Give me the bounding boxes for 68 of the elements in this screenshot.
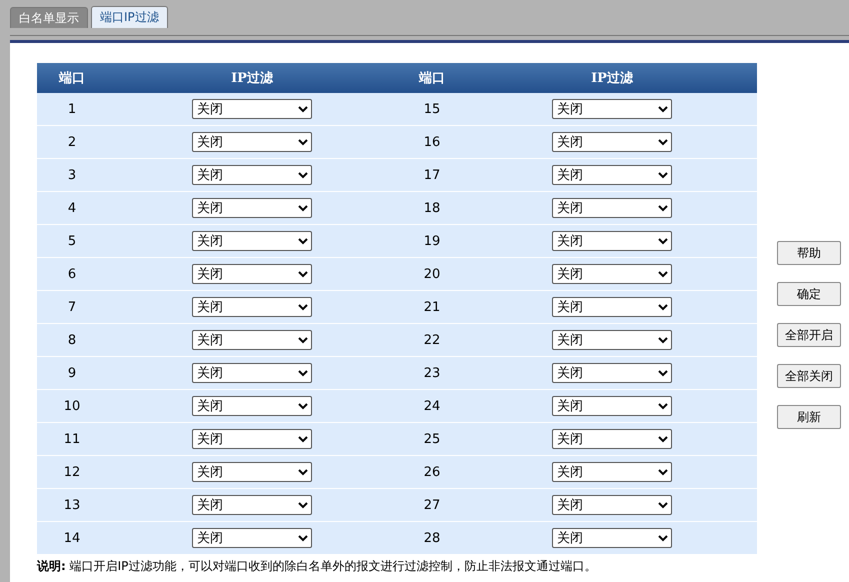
port-cell: 28 [397,522,467,554]
filter-select[interactable]: 关闭 [192,165,312,185]
port-cell: 20 [397,258,467,290]
filter-select[interactable]: 关闭 [552,495,672,515]
filter-select[interactable]: 关闭 [192,396,312,416]
port-cell: 10 [37,390,107,422]
note-text: 说明: 端口开启IP过滤功能，可以对端口收到的除白名单外的报文进行过滤控制，防止非法报文通过端口。 [37,558,598,575]
port-cell: 3 [37,158,107,192]
filter-select[interactable]: 关闭 [552,99,672,119]
filter-select[interactable]: 关闭 [192,363,312,383]
filter-select[interactable]: 关闭 [192,231,312,251]
tab[interactable]: 白名单显示 [10,7,88,28]
filter-select[interactable]: 关闭 [192,528,312,548]
action-button[interactable]: 确定 [777,282,841,306]
port-cell: 19 [397,224,467,258]
filter-select[interactable]: 关闭 [192,462,312,482]
filter-select[interactable]: 关闭 [552,462,672,482]
port-cell: 17 [397,158,467,192]
column-header: IP过滤 [467,63,757,93]
filter-select[interactable]: 关闭 [552,165,672,185]
tab[interactable]: 端口IP过滤 [91,6,168,28]
action-button[interactable]: 全部关闭 [777,364,841,388]
port-cell: 9 [37,356,107,390]
port-cell: 5 [37,224,107,258]
port-cell: 25 [397,422,467,456]
filter-select[interactable]: 关闭 [192,429,312,449]
filter-select[interactable]: 关闭 [552,132,672,152]
filter-select[interactable]: 关闭 [552,198,672,218]
port-cell: 4 [37,192,107,224]
action-button[interactable]: 刷新 [777,405,841,429]
filter-select[interactable]: 关闭 [552,330,672,350]
column-header: 端口 [37,63,107,93]
filter-select[interactable]: 关闭 [192,495,312,515]
port-cell: 7 [37,290,107,324]
port-cell: 18 [397,192,467,224]
port-cell: 1 [37,93,107,126]
column-header: IP过滤 [107,63,397,93]
port-cell: 23 [397,356,467,390]
port-cell: 14 [37,522,107,554]
port-cell: 22 [397,324,467,356]
port-cell: 24 [397,390,467,422]
filter-select[interactable]: 关闭 [192,264,312,284]
filter-select[interactable]: 关闭 [552,231,672,251]
port-cell: 15 [397,93,467,126]
filter-select[interactable]: 关闭 [192,198,312,218]
filter-select[interactable]: 关闭 [552,429,672,449]
port-cell: 6 [37,258,107,290]
filter-select[interactable]: 关闭 [552,264,672,284]
filter-select[interactable]: 关闭 [552,297,672,317]
filter-select[interactable]: 关闭 [552,396,672,416]
port-cell: 13 [37,488,107,522]
port-cell: 21 [397,290,467,324]
port-cell: 12 [37,456,107,488]
column-header: 端口 [397,63,467,93]
filter-select[interactable]: 关闭 [192,99,312,119]
port-cell: 16 [397,126,467,158]
filter-select[interactable]: 关闭 [192,330,312,350]
filter-select[interactable]: 关闭 [552,363,672,383]
port-cell: 26 [397,456,467,488]
port-cell: 11 [37,422,107,456]
action-button[interactable]: 全部开启 [777,323,841,347]
filter-select[interactable]: 关闭 [192,132,312,152]
port-cell: 8 [37,324,107,356]
action-button[interactable]: 帮助 [777,241,841,265]
filter-select[interactable]: 关闭 [552,528,672,548]
filter-select[interactable]: 关闭 [192,297,312,317]
port-cell: 2 [37,126,107,158]
port-cell: 27 [397,488,467,522]
